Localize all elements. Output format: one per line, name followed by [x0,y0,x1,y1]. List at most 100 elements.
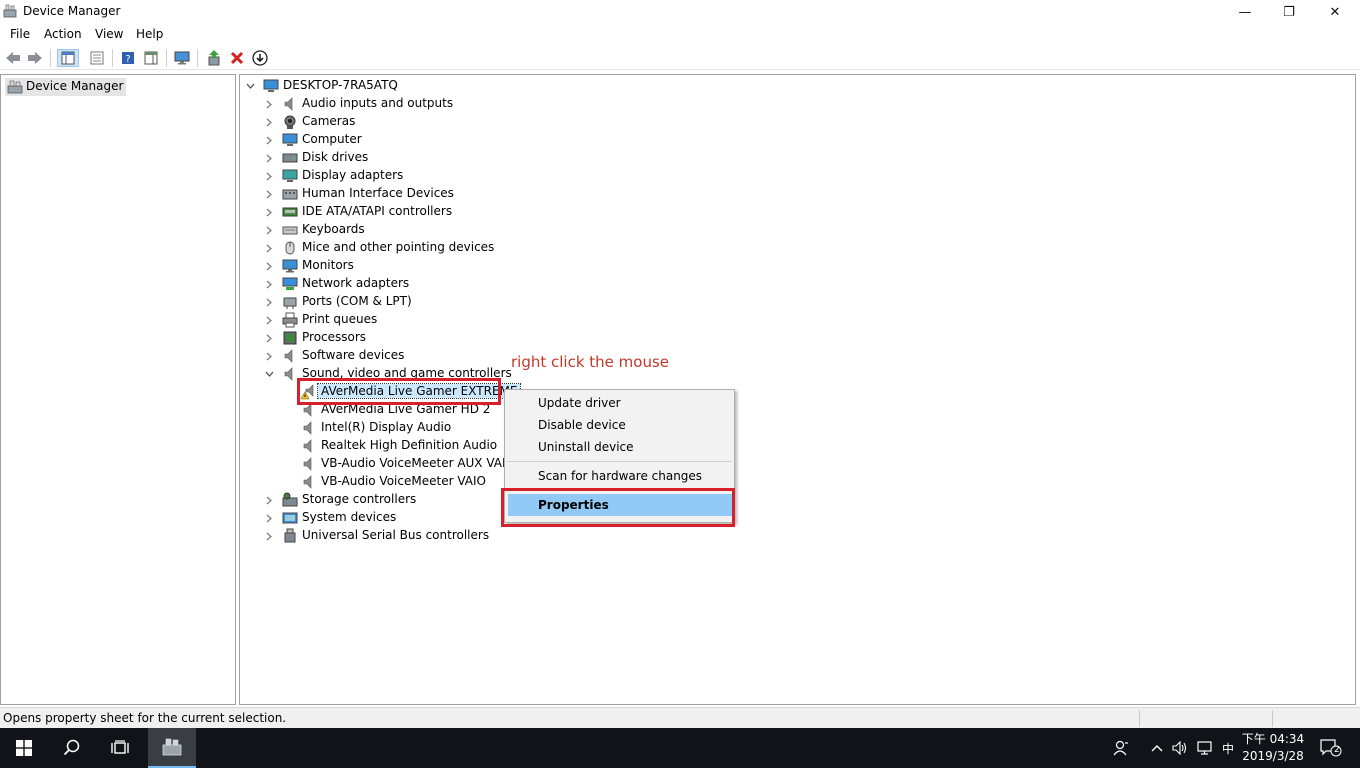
back-button[interactable] [4,49,22,67]
action-pane-button[interactable] [142,49,160,67]
network-button[interactable] [1194,728,1216,768]
chevron-right-icon[interactable] [264,131,274,149]
restore-button[interactable]: ❐ [1266,0,1312,24]
people-icon [1113,740,1128,756]
tree-category[interactable]: Universal Serial Bus controllers [0,527,1100,545]
tree-category[interactable]: Disk drives [0,149,1100,167]
software-device-icon [282,348,298,364]
start-button[interactable] [0,728,48,768]
tree-category[interactable]: Network adapters [0,275,1100,293]
tree-category[interactable]: Processors [0,329,1100,347]
context-disable-device[interactable]: Disable device [505,414,734,436]
context-update-driver[interactable]: Update driver [505,392,734,414]
keyboard-icon [282,222,298,238]
taskbar-device-manager[interactable] [148,728,196,768]
usb-icon [282,528,298,544]
menu-bar: File Action View Help [0,24,1360,44]
clock[interactable]: 下午 04:34 2019/3/28 [1240,731,1306,765]
chevron-right-icon[interactable] [264,239,274,257]
tree-category-label: Audio inputs and outputs [302,96,454,110]
chevron-right-icon[interactable] [264,293,274,311]
tree-category[interactable]: Print queues [0,311,1100,329]
uninstall-button[interactable] [228,49,246,67]
camera-icon [282,114,298,130]
chevron-right-icon[interactable] [264,149,274,167]
monitor-icon [282,258,298,274]
chevron-right-icon[interactable] [264,113,274,131]
update-driver-button[interactable] [205,49,223,67]
show-hide-console-tree-button[interactable] [57,49,79,67]
chevron-right-icon[interactable] [264,275,274,293]
context-scan-hardware[interactable]: Scan for hardware changes [505,465,734,487]
chevron-right-icon[interactable] [264,491,274,509]
tree-device-label: Intel(R) Display Audio [321,420,452,434]
volume-button[interactable] [1170,728,1190,768]
menu-view[interactable]: View [95,27,123,41]
taskbar: 中 下午 04:34 2019/3/28 2 [0,728,1360,768]
speaker-icon [301,456,317,472]
menu-file[interactable]: File [10,27,30,41]
tree-category[interactable]: Audio inputs and outputs [0,95,1100,113]
minimize-icon: — [1238,4,1252,20]
action-pane-icon [144,51,158,65]
tree-root-computer[interactable]: DESKTOP-7RA5ATQ [0,77,1100,95]
speaker-icon [301,474,317,490]
action-center-button[interactable]: 2 [1316,728,1346,768]
help-button[interactable]: ? [119,49,137,67]
task-view-button[interactable] [96,728,144,768]
context-uninstall-device[interactable]: Uninstall device [505,436,734,458]
tree-category[interactable]: Human Interface Devices [0,185,1100,203]
status-bar: Opens property sheet for the current sel… [0,707,1360,728]
tree-category[interactable]: Monitors [0,257,1100,275]
menu-action[interactable]: Action [44,27,82,41]
ime-indicator[interactable]: 中 [1218,728,1238,768]
port-icon [282,294,298,310]
chevron-right-icon[interactable] [264,527,274,545]
close-button[interactable]: ✕ [1312,0,1358,24]
tree-category[interactable]: Cameras [0,113,1100,131]
tree-category[interactable]: Computer [0,131,1100,149]
chevron-right-icon[interactable] [264,221,274,239]
chevron-right-icon[interactable] [264,329,274,347]
people-button[interactable] [1110,728,1132,768]
scan-hardware-button[interactable] [173,49,191,67]
tree-category-label: System devices [302,510,397,524]
chevron-right-icon[interactable] [264,185,274,203]
speaker-icon [282,96,298,112]
speaker-icon [282,366,298,382]
tree-device-label: VB-Audio VoiceMeeter VAIO [321,474,486,488]
chevron-down-icon[interactable] [245,77,255,95]
chevron-down-icon[interactable] [264,365,274,383]
device-manager-icon [162,738,182,756]
show-hidden-icons-button[interactable] [1148,728,1166,768]
hid-icon [282,186,298,202]
forward-button[interactable] [26,49,44,67]
chevron-right-icon[interactable] [264,203,274,221]
properties-button[interactable] [88,49,106,67]
chevron-right-icon[interactable] [264,347,274,365]
back-icon [6,52,20,64]
tree-category[interactable]: Keyboards [0,221,1100,239]
chevron-right-icon[interactable] [264,311,274,329]
disk-icon [282,150,298,166]
tree-category-label: Processors [302,330,367,344]
chevron-right-icon[interactable] [264,167,274,185]
tree-category[interactable]: IDE ATA/ATAPI controllers [0,203,1100,221]
tree-category[interactable]: Display adapters [0,167,1100,185]
uninstall-icon [230,51,244,65]
chevron-right-icon[interactable] [264,95,274,113]
enable-device-button[interactable] [251,49,269,67]
chevron-right-icon[interactable] [264,509,274,527]
clock-time: 下午 04:34 [1241,732,1305,746]
search-button[interactable] [48,728,96,768]
menu-help[interactable]: Help [136,27,163,41]
tree-category[interactable]: Mice and other pointing devices [0,239,1100,257]
tree-category-label: Universal Serial Bus controllers [302,528,490,542]
mouse-icon [282,240,298,256]
chevron-right-icon[interactable] [264,257,274,275]
minimize-button[interactable]: — [1222,0,1268,24]
tree-category[interactable]: Ports (COM & LPT) [0,293,1100,311]
tree-category-label: Network adapters [302,276,410,290]
windows-logo-icon [16,740,32,756]
update-driver-icon [208,50,220,66]
